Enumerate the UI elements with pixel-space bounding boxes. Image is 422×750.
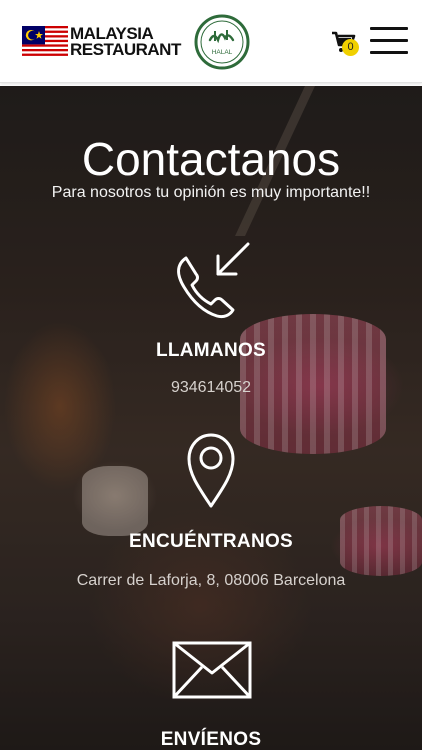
address-text[interactable]: Carrer de Laforja, 8, 08006 Barcelona (0, 572, 422, 590)
cart-count-badge[interactable]: 0 (342, 39, 359, 56)
phone-incoming-icon[interactable] (172, 240, 252, 322)
phone-number[interactable]: 934614052 (0, 379, 422, 397)
brand-line-2: RESTAURANT (70, 40, 181, 59)
contact-content: Contactanos Para nosotros tu opinión es … (0, 86, 422, 750)
section-heading-email: ENVÍENOS (160, 729, 262, 750)
malaysia-flag-icon (22, 26, 68, 58)
map-pin-icon[interactable] (185, 432, 237, 510)
restaurant-logo[interactable]: MALAYSIA RESTAURANT HALAL (22, 14, 252, 70)
hamburger-menu-icon[interactable] (370, 27, 408, 55)
envelope-icon[interactable] (172, 641, 252, 699)
section-heading-find-us: ENCUÉNTRANOS (128, 531, 294, 552)
app-header: MALAYSIA RESTAURANT HALAL 0 (0, 0, 422, 83)
halal-text: HALAL (212, 49, 233, 56)
page-subtitle: Para nosotros tu opinión es muy importan… (51, 184, 371, 201)
halal-logo-icon: HALAL (194, 14, 250, 70)
page-title: Contactanos (81, 133, 341, 185)
contact-hero: Contactanos Para nosotros tu opinión es … (0, 86, 422, 750)
brand-name: MALAYSIA RESTAURANT (70, 25, 181, 59)
section-heading-call: LLAMANOS (155, 340, 267, 361)
